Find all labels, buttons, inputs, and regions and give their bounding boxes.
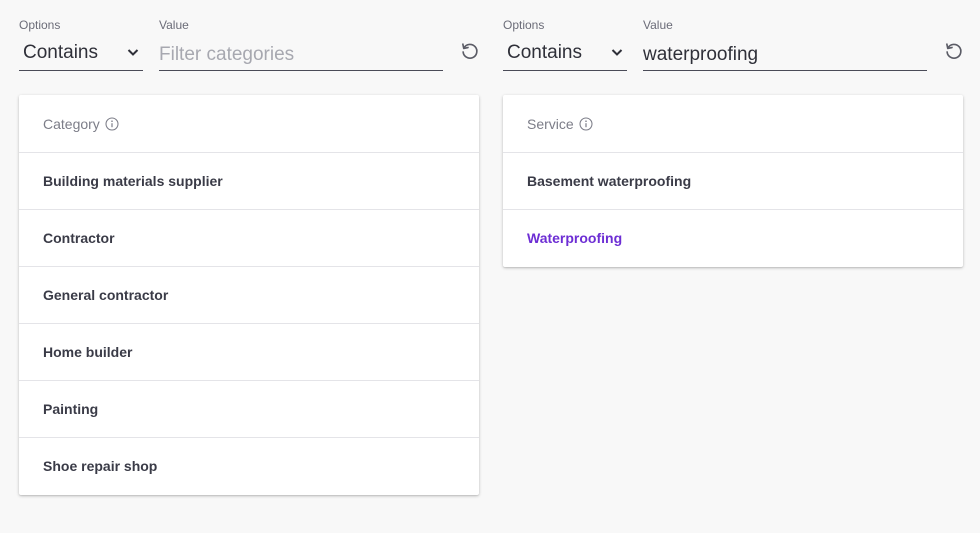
category-item[interactable]: Painting — [19, 381, 479, 438]
selected-option: Contains — [507, 42, 582, 63]
category-list-header: Category — [19, 95, 479, 153]
value-label: Value — [159, 18, 189, 32]
selected-option: Contains — [23, 42, 98, 63]
category-options-select[interactable]: Contains — [19, 36, 143, 71]
category-filter-input[interactable] — [159, 36, 443, 71]
category-item[interactable]: Contractor — [19, 210, 479, 267]
info-icon[interactable] — [105, 117, 119, 131]
service-options-select[interactable]: Contains — [503, 36, 627, 71]
category-item[interactable]: Shoe repair shop — [19, 438, 479, 495]
chevron-down-icon — [127, 49, 139, 56]
service-filter-row: Options Value Contains — [503, 0, 963, 95]
options-label: Options — [19, 18, 61, 32]
options-label: Options — [503, 18, 545, 32]
category-item[interactable]: General contractor — [19, 267, 479, 324]
service-header-label: Service — [527, 116, 574, 132]
service-list-card: Service Basement waterproofing Waterproo… — [503, 95, 963, 267]
chevron-down-icon — [611, 49, 623, 56]
category-panel: Options Value Contains Category Building… — [19, 0, 479, 533]
reset-icon[interactable] — [459, 40, 481, 62]
info-icon[interactable] — [579, 117, 593, 131]
category-list-card: Category Building materials supplier Con… — [19, 95, 479, 495]
service-panel: Options Value Contains Service Basement … — [503, 0, 963, 533]
service-item-highlighted[interactable]: Waterproofing — [503, 210, 963, 267]
category-filter-row: Options Value Contains — [19, 0, 479, 95]
category-header-label: Category — [43, 116, 100, 132]
category-item[interactable]: Home builder — [19, 324, 479, 381]
service-item[interactable]: Basement waterproofing — [503, 153, 963, 210]
category-item[interactable]: Building materials supplier — [19, 153, 479, 210]
service-filter-input[interactable] — [643, 36, 927, 71]
reset-icon[interactable] — [943, 40, 965, 62]
value-label: Value — [643, 18, 673, 32]
service-list-header: Service — [503, 95, 963, 153]
